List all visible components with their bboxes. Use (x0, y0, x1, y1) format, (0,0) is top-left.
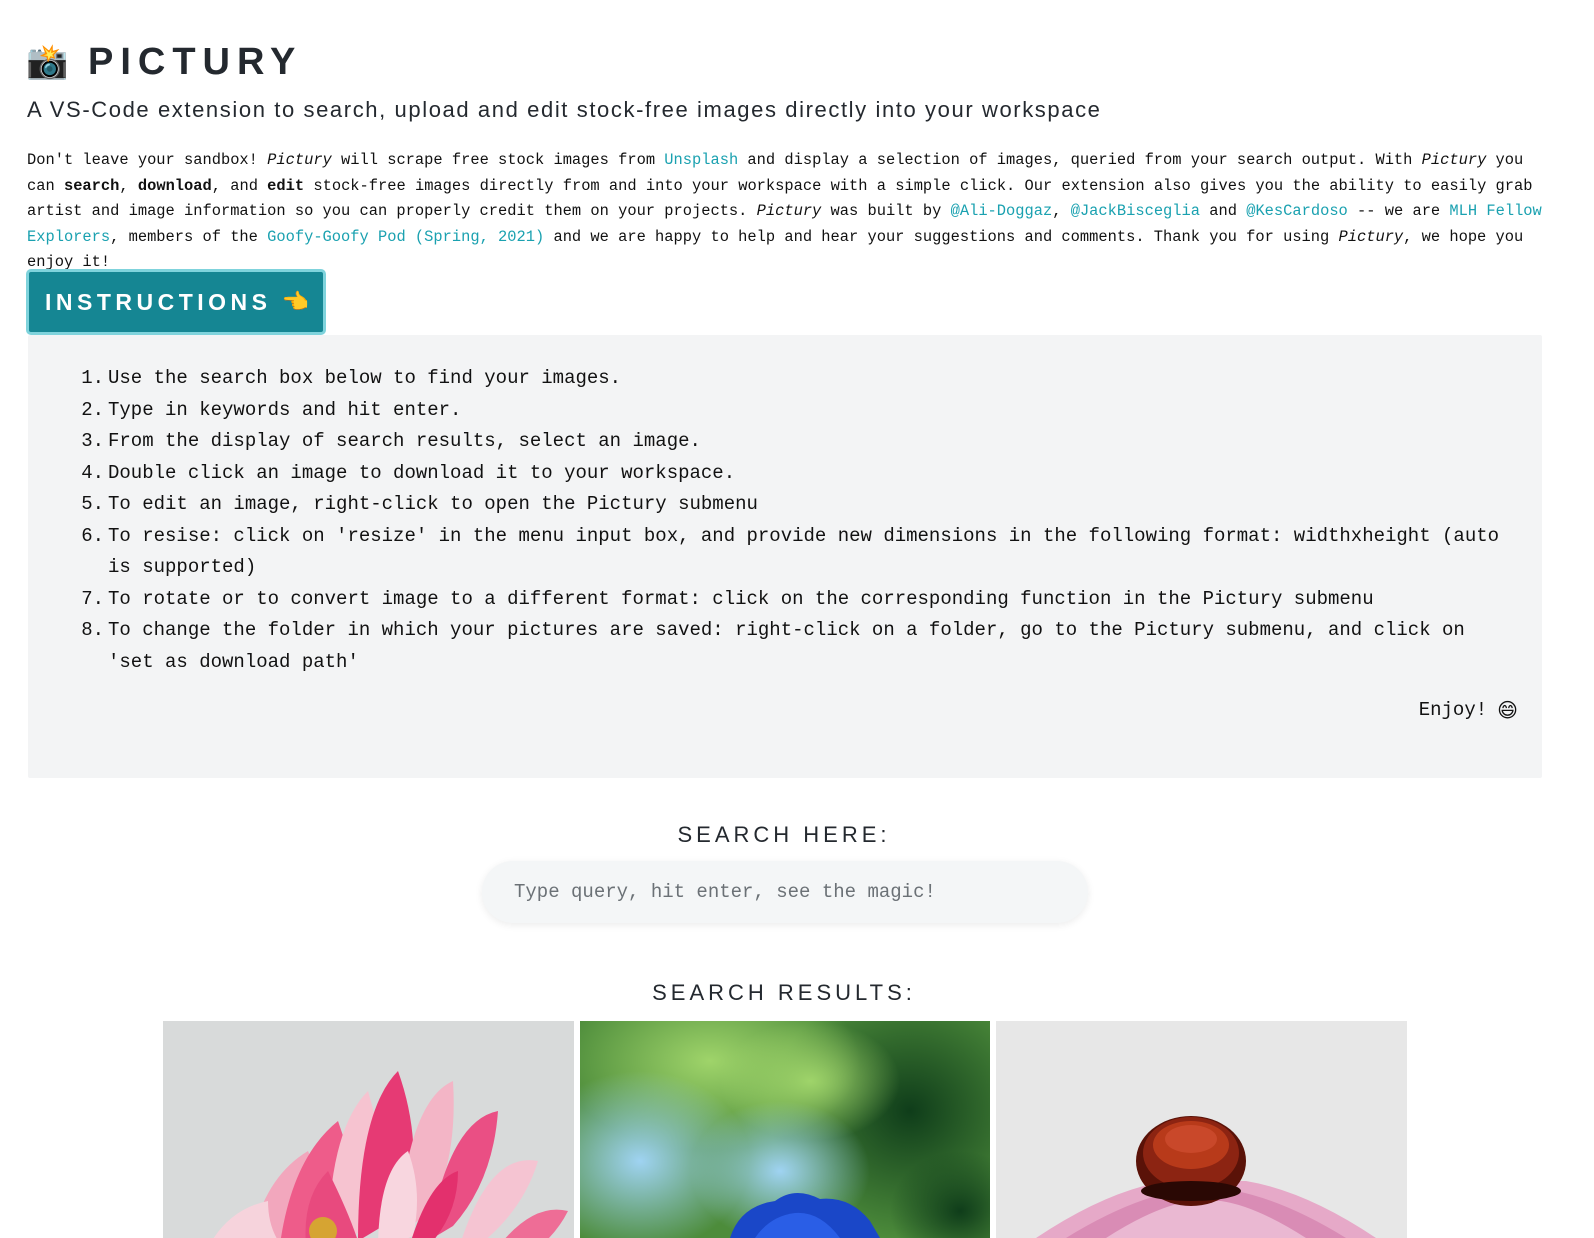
search-heading: SEARCH HERE: (677, 822, 891, 847)
grinning-face-icon: 😄 (1497, 698, 1518, 722)
page: 📸 PICTURY A VS-Code extension to search,… (0, 0, 1594, 1238)
step-text: To resise: click on 'resize' in the menu… (108, 524, 1500, 579)
pointing-hand-icon: 👈 (281, 289, 309, 315)
step-text: To rotate or to convert image to a diffe… (108, 587, 1374, 610)
result-image[interactable] (163, 1021, 574, 1238)
instruction-step: 2. Type in keywords and hit enter. (81, 395, 1518, 427)
feature-search: search (63, 176, 120, 195)
author-link-jack[interactable]: @JackBisceglia (1071, 202, 1200, 220)
step-number: 7. (81, 587, 104, 610)
step-number: 1. (81, 367, 104, 389)
step-text: From the display of search results, sele… (108, 430, 701, 452)
search-input[interactable] (482, 861, 1088, 923)
step-text: To change the folder in which your pictu… (108, 619, 1465, 673)
pod-link[interactable]: Goofy-Goofy Pod (Spring, 2021) (267, 228, 544, 246)
intro-text: was built by (821, 202, 951, 221)
results-grid (163, 1021, 1407, 1238)
step-number: 4. (81, 461, 104, 484)
pictury-name: Pictury (267, 151, 332, 169)
app-subtitle: A VS-Code extension to search, upload an… (27, 97, 1102, 122)
result-image[interactable] (996, 1021, 1407, 1238)
instructions-button[interactable]: INSTRUCTIONS 👈 (26, 269, 326, 335)
feature-edit: edit (267, 176, 305, 195)
instruction-step: 3. From the display of search results, se… (81, 426, 1518, 458)
intro-text: , (1052, 202, 1071, 221)
header: 📸 PICTURY (26, 38, 302, 86)
step-number: 6. (81, 524, 104, 547)
instructions-button-label: INSTRUCTIONS (45, 288, 272, 315)
instruction-step: 1. Use the search box below to find your … (81, 363, 1518, 395)
pictury-name: Pictury (756, 202, 822, 221)
camera-flash-icon: 📸 (26, 42, 69, 82)
enjoy-text: Enjoy! (1418, 699, 1488, 721)
results-heading: SEARCH RESULTS: (652, 980, 916, 1005)
step-number: 2. (81, 398, 104, 421)
step-text: To edit an image, right-click to open th… (108, 493, 758, 515)
instruction-step: 4. Double click an image to download it t… (81, 458, 1518, 490)
blue-flower-image (580, 1021, 990, 1238)
step-number: 5. (81, 493, 104, 515)
intro-text: , members of the (110, 227, 268, 246)
feature-download: download (137, 176, 212, 195)
instruction-step: 8. To change the folder in which your pic… (81, 615, 1518, 678)
app-title: PICTURY (88, 40, 303, 83)
instructions-list: 1. Use the search box below to find your … (81, 363, 1518, 678)
step-number: 3. (81, 430, 104, 452)
author-link-ali[interactable]: @Ali-Doggaz (951, 202, 1053, 220)
intro-text: Don't leave your sandbox! (27, 151, 268, 169)
instruction-step: 6. To resise: click on 'resize' in the me… (81, 521, 1518, 584)
pictury-name: Pictury (1338, 227, 1404, 246)
intro-text: , and (211, 176, 268, 195)
intro-text: and we are happy to help and hear your s… (544, 227, 1339, 246)
step-number: 8. (81, 619, 104, 641)
intro-text: and (1200, 202, 1247, 221)
pink-dahlia-image (163, 1021, 574, 1238)
intro-paragraph: Don't leave your sandbox! Pictury will s… (27, 148, 1549, 276)
instructions-panel: 1. Use the search box below to find your … (28, 335, 1542, 778)
author-link-kes[interactable]: @KesCardoso (1246, 202, 1348, 220)
intro-text: -- we are (1347, 202, 1450, 221)
instruction-step: 5. To edit an image, right-click to open … (81, 489, 1518, 521)
enjoy-message: Enjoy! 😄 (1419, 698, 1518, 722)
intro-text: and display a selection of images, queri… (738, 151, 1422, 169)
step-text: Double click an image to download it to … (108, 461, 736, 484)
intro-text: will scrape free stock images from (331, 151, 665, 169)
step-text: Type in keywords and hit enter. (108, 398, 462, 421)
instruction-step: 7. To rotate or to convert image to a dif… (81, 584, 1518, 616)
unsplash-link[interactable]: Unsplash (664, 151, 738, 169)
pink-coneflower-image (996, 1021, 1407, 1238)
intro-text: , (119, 176, 138, 195)
step-text: Use the search box below to find your im… (108, 367, 622, 389)
result-image[interactable] (580, 1021, 990, 1238)
pictury-name: Pictury (1421, 151, 1487, 169)
